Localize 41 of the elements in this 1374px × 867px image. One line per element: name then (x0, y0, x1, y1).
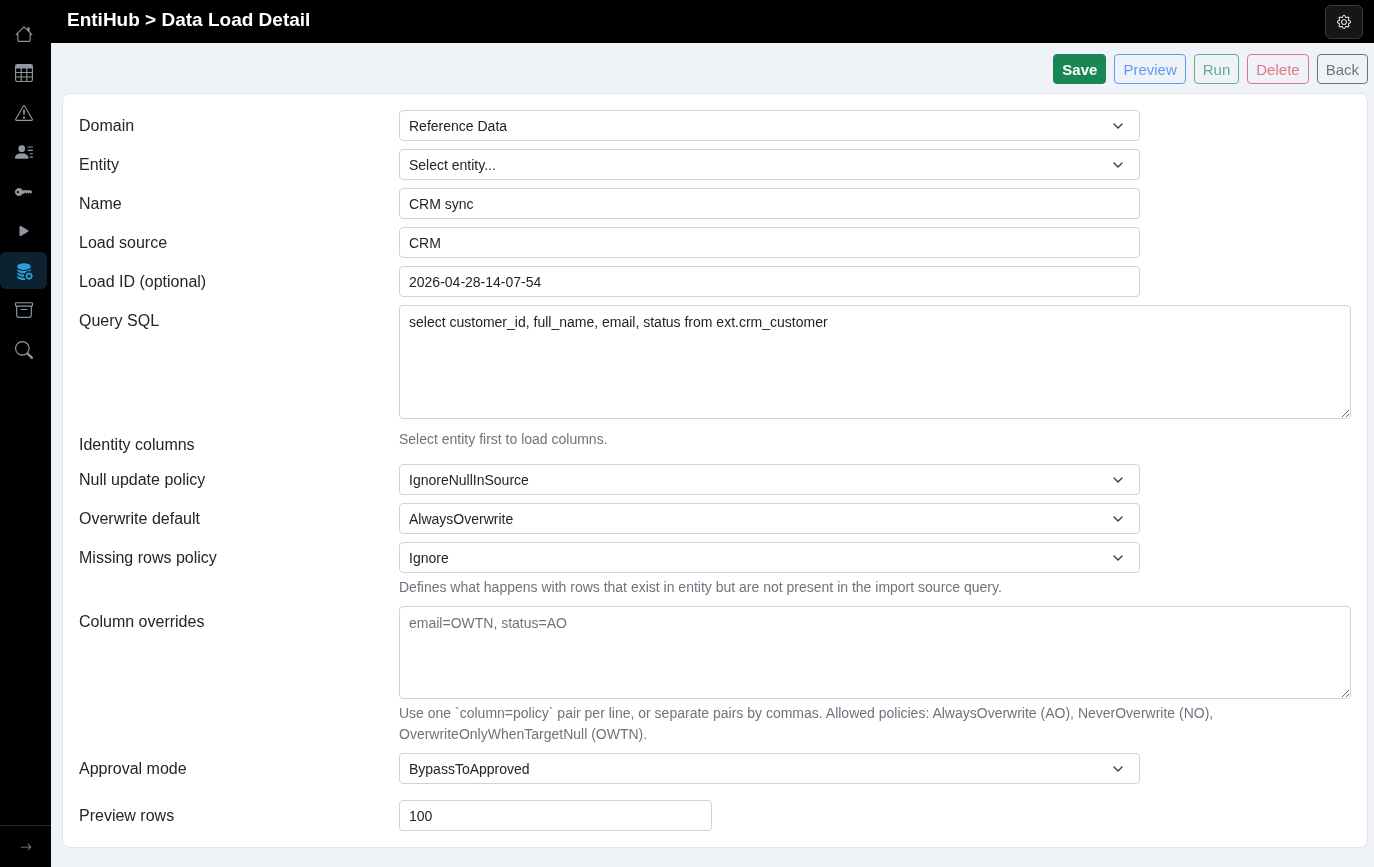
field-label: Null update policy (79, 469, 206, 490)
toolbar-button[interactable]: Back (1316, 54, 1368, 84)
dropdown[interactable]: AlwaysOverwrite (399, 503, 1140, 534)
field-label: Name (79, 193, 122, 214)
archive-icon (14, 301, 33, 319)
toolbar-button[interactable]: Save (1053, 54, 1107, 84)
text-input[interactable]: CRM (399, 227, 1140, 258)
field-label: Approval mode (79, 758, 187, 779)
text-input[interactable]: CRM sync (399, 188, 1140, 219)
settings-icon (1337, 14, 1351, 29)
field-label: Load ID (optional) (79, 271, 207, 292)
warning-icon (14, 103, 33, 122)
dropdown[interactable]: Reference Data (399, 110, 1140, 141)
help-text: Use one `column=policy` pair per line, or separate pairs by commas. Allowed policies: AlwaysOverwrite (AO), NeverOverwrite (NO), OverwriteOnlyWhenTargetNull (OWTN). (399, 704, 1215, 744)
sql-textarea[interactable]: select customer_id, full_name, email, status from ext.crm_customer (399, 305, 1351, 419)
field-label: Identity columns (79, 434, 195, 455)
sidebar-item[interactable] (0, 252, 47, 289)
field-label: Overwrite default (79, 508, 200, 529)
field-label: Column overrides (79, 611, 205, 632)
search-icon (14, 340, 33, 359)
dropdown[interactable]: Select entity... (399, 149, 1140, 180)
help-text: Defines what happens with rows that exist in entity but are not present in the import source query. (399, 578, 1003, 597)
field-label: Missing rows policy (79, 547, 217, 568)
database-gear-icon (14, 261, 33, 280)
dropdown[interactable]: IgnoreNullInSource (399, 464, 1140, 495)
textarea[interactable]: email=OWTN, status=AO (399, 606, 1351, 699)
field-label: Domain (79, 115, 135, 136)
home-icon (14, 24, 33, 43)
help-text: Select entity first to load columns. (399, 430, 609, 449)
person-list-icon (14, 143, 33, 161)
number-input[interactable]: 100 (399, 800, 712, 831)
text-input[interactable]: 2026-04-28-14-07-54 (399, 266, 1140, 297)
field-label: Load source (79, 232, 168, 253)
field-label: Entity (79, 154, 119, 175)
page-title: EntiHub > Data Load Detail (67, 8, 311, 33)
field-label: Preview rows (79, 805, 175, 826)
table-icon (14, 64, 33, 82)
dropdown[interactable]: BypassToApproved (399, 753, 1140, 784)
dropdown[interactable]: Ignore (399, 542, 1140, 573)
field-label: Query SQL (79, 310, 160, 331)
settings-button[interactable] (1325, 4, 1363, 39)
